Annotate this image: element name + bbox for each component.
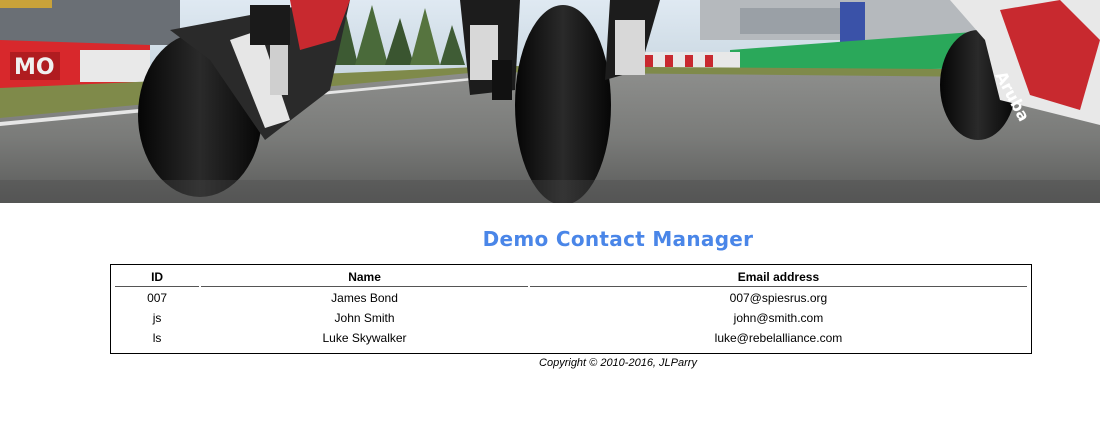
- contact-name-cell: John Smith: [334, 311, 395, 325]
- contacts-table: ID Name Email address 007 James Bond 007…: [113, 267, 1029, 349]
- contact-id-cell: 007: [147, 291, 168, 305]
- contact-id-cell: js: [152, 311, 162, 325]
- page-title: Demo Contact Manager: [482, 227, 754, 251]
- contact-email-cell: 007@spiesrus.org: [729, 291, 828, 305]
- column-header-name: Name: [201, 269, 528, 287]
- copyright-notice: Copyright © 2010-2016, JLParry: [539, 357, 697, 369]
- contacts-table-container: ID Name Email address 007 James Bond 007…: [110, 264, 1032, 354]
- contact-name-cell: Luke Skywalker: [322, 331, 407, 345]
- column-header-email: Email address: [529, 269, 1027, 287]
- contact-name-cell: James Bond: [331, 291, 398, 305]
- contact-email-cell: luke@rebelalliance.com: [714, 331, 843, 345]
- header-banner: MO Aruba: [0, 0, 1100, 203]
- table-row: ls Luke Skywalker luke@rebelalliance.com: [115, 329, 1027, 347]
- contact-email-cell: john@smith.com: [733, 311, 824, 325]
- table-header-row: ID Name Email address: [115, 269, 1027, 287]
- table-row: js John Smith john@smith.com: [115, 309, 1027, 327]
- banner-image: MO Aruba: [0, 0, 1100, 203]
- trackside-sign-text: MO: [14, 55, 55, 80]
- contact-id-cell: ls: [152, 331, 162, 345]
- table-row: 007 James Bond 007@spiesrus.org: [115, 289, 1027, 307]
- column-header-id: ID: [115, 269, 200, 287]
